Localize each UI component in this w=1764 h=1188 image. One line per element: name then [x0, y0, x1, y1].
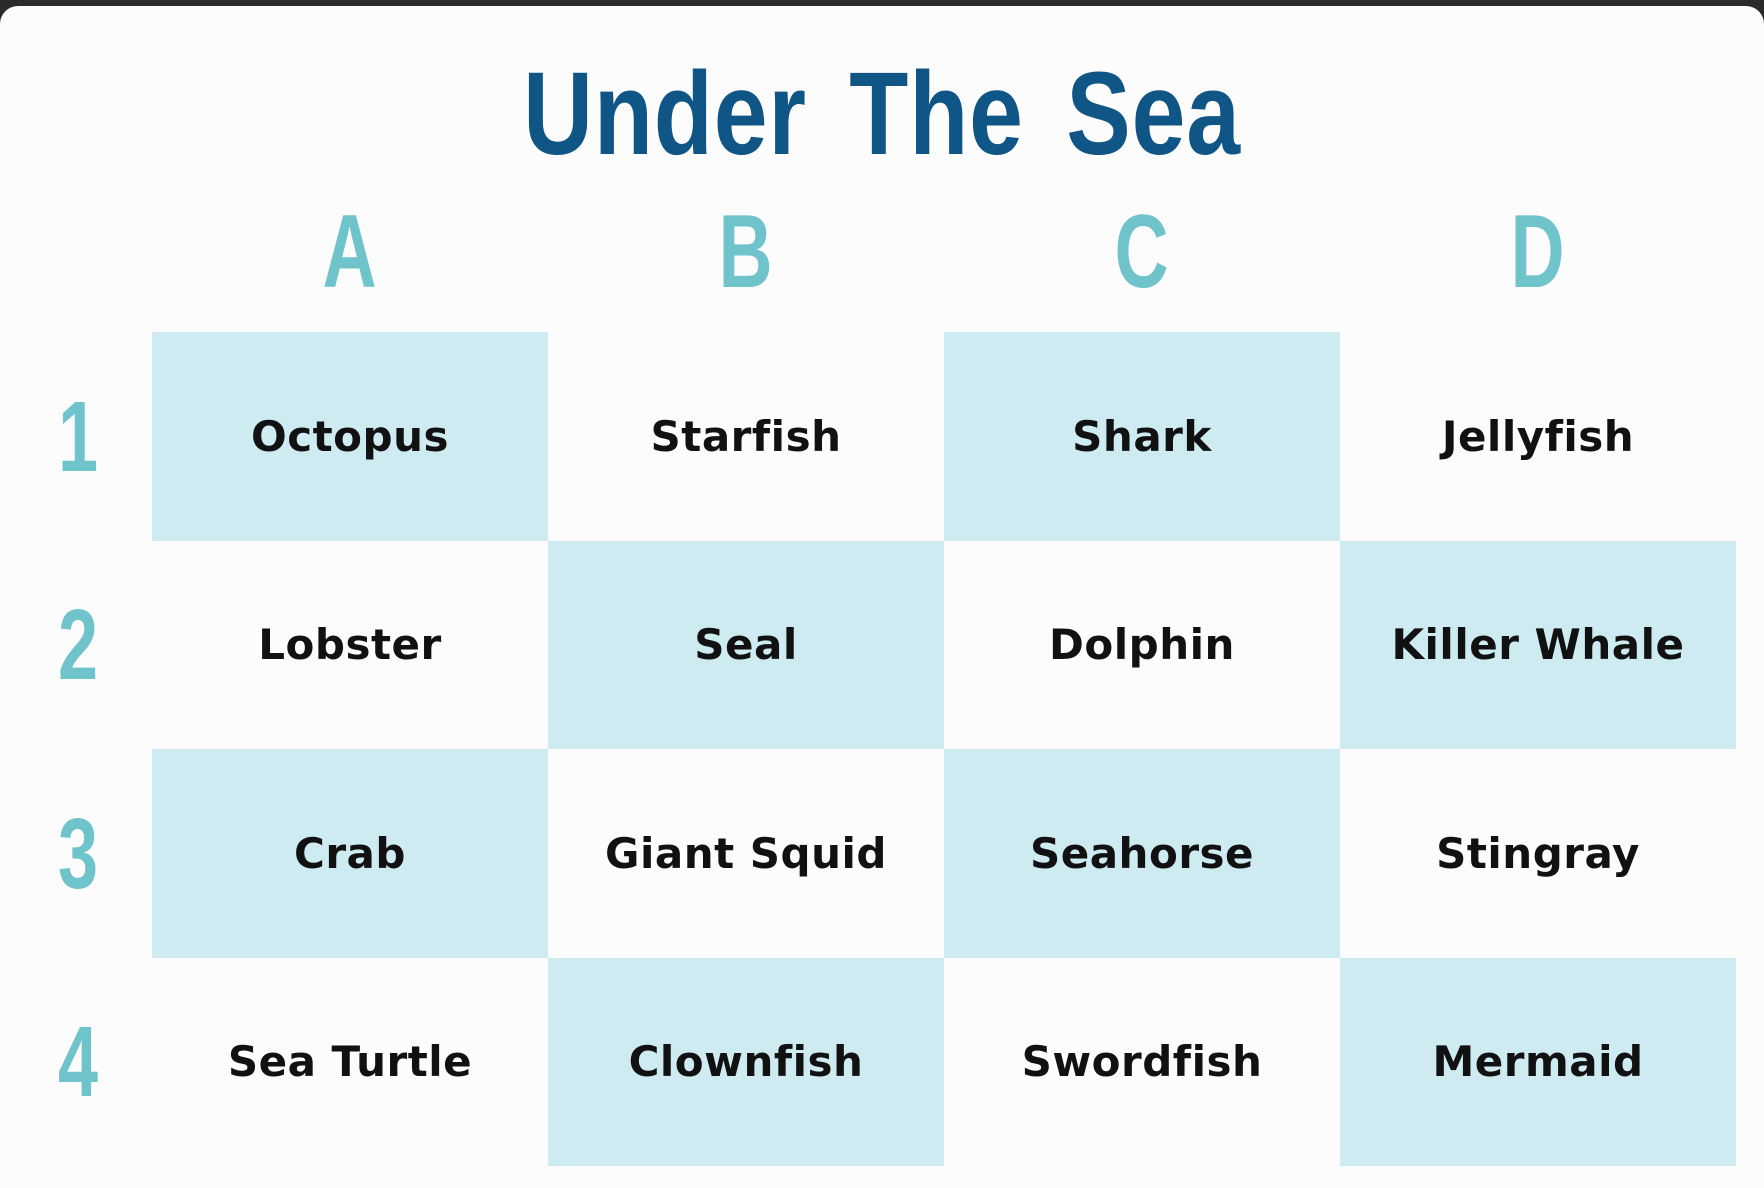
grid-cell: Clownfish	[548, 957, 944, 1166]
grid-cell: Swordfish	[1021, 1037, 1263, 1087]
grid-cell: Sea Turtle	[227, 1037, 473, 1087]
grid-cell: Giant Squid	[605, 828, 887, 878]
row-header-1: 1	[57, 381, 99, 493]
grid-cell: Seahorse	[944, 749, 1340, 958]
grid-cell: Seal	[548, 540, 944, 749]
column-header-b: B	[718, 194, 773, 310]
bingo-card: Under The Sea A B C D 1 2 3 4 Octopus St…	[0, 6, 1764, 1188]
column-header-c: C	[1114, 194, 1169, 310]
column-header-d: D	[1510, 194, 1565, 310]
row-header-3: 3	[57, 798, 99, 910]
grid-cell: Stingray	[1436, 828, 1640, 878]
row-header-2: 2	[57, 589, 99, 701]
animal-grid: Octopus Starfish Shark Jellyfish Lobster…	[152, 332, 1736, 1166]
grid-cell: Dolphin	[1049, 620, 1235, 670]
grid-cell: Killer Whale	[1340, 540, 1736, 749]
column-header-a: A	[322, 194, 377, 310]
grid-cell: Shark	[944, 332, 1340, 541]
grid-cell: Octopus	[152, 332, 548, 541]
grid-cell: Mermaid	[1340, 957, 1736, 1166]
grid-cell: Lobster	[258, 620, 442, 670]
row-header-4: 4	[57, 1006, 99, 1118]
grid-cell: Starfish	[650, 411, 842, 461]
grid-cell: Jellyfish	[1441, 411, 1635, 461]
card-title: Under The Sea	[523, 48, 1241, 180]
grid-cell: Crab	[152, 749, 548, 958]
